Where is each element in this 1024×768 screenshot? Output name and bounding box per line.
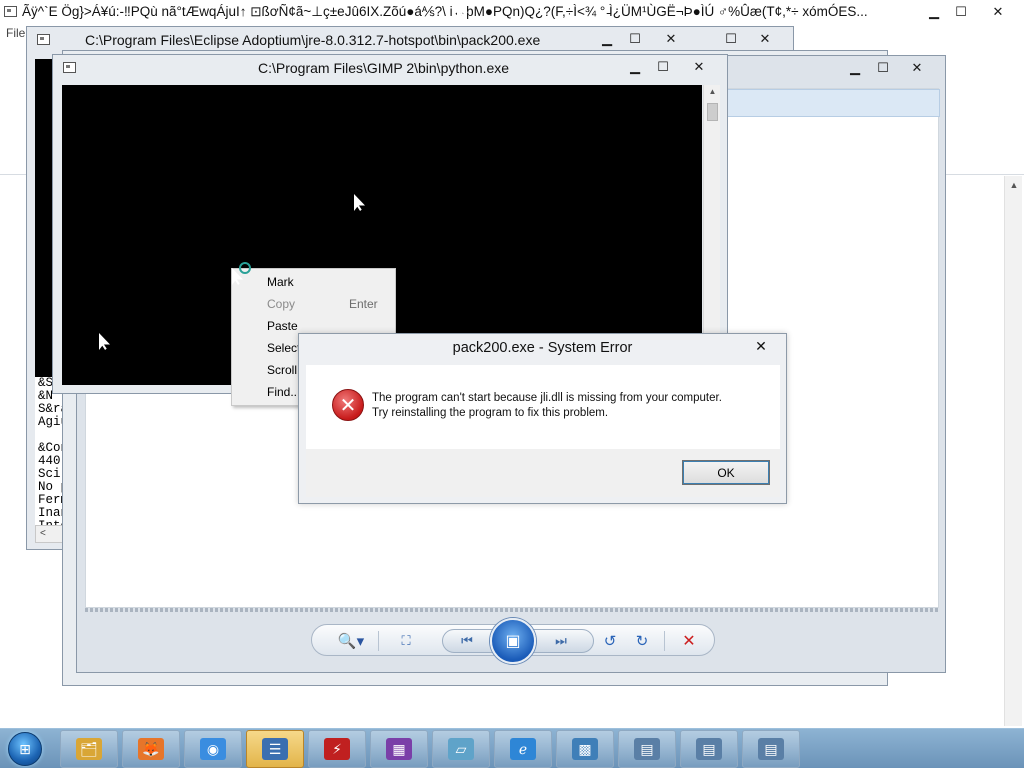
window-1-icon: ▤ (634, 738, 660, 760)
close-button[interactable]: ✕ (750, 336, 772, 356)
console-icon[interactable] (37, 34, 50, 45)
menu-item-label: Find... (267, 385, 301, 399)
close-button[interactable]: ✕ (685, 57, 713, 77)
error-message-line-2: Try reinstalling the program to fix this… (372, 407, 609, 419)
taskbar: ⊞ 🗂 🦊 ◉ ☰ ⚡ ▦ ▱ ℯ ▩ ▤ ▤ ▤ (0, 728, 1024, 768)
dialog-title: pack200.exe - System Error (452, 340, 633, 356)
menu-item-label: Scroll (267, 363, 298, 377)
taskbar-firefox-button[interactable]: 🦊 (122, 730, 180, 768)
menu-item-copy[interactable]: Copy Enter (233, 293, 394, 315)
taskbar-notepad-app-button[interactable]: ▱ (432, 730, 490, 768)
flash-app-icon: ⚡ (324, 738, 350, 760)
menu-file[interactable]: File (6, 26, 25, 40)
eclipse-window-title: C:\Program Files\Eclipse Adoptium\jre-8.… (85, 32, 541, 48)
background-titlebar[interactable]: Ãÿ^`E Ög}>Á¥ú:-‼PQù nã°tÆwqÁjuI↑ ⊡ßơÑ¢ã~… (0, 0, 1024, 24)
taskbar-list-app-button[interactable]: ☰ (246, 730, 304, 768)
minimize-button[interactable]: ▁ (621, 57, 649, 77)
window-system-icon[interactable] (4, 6, 17, 17)
python-titlebar[interactable]: C:\Program Files\GIMP 2\bin\python.exe ▁… (53, 55, 727, 81)
dialog-body: ✕ The program can't start because jli.dl… (306, 365, 780, 449)
internet-explorer-icon: ℯ (510, 738, 536, 760)
menu-item-label: Mark (267, 275, 294, 289)
separator (664, 631, 665, 651)
next-icon[interactable]: ⏭ (544, 629, 578, 653)
maximize-button[interactable]: ☐ (649, 57, 677, 77)
close-button[interactable]: ✕ (657, 29, 685, 49)
dialog-footer: OK (306, 449, 780, 497)
taskbar-file-explorer-button[interactable]: 🗂 (60, 730, 118, 768)
taskbar-photo-viewer-button[interactable]: ▩ (556, 730, 614, 768)
list-app-icon: ☰ (262, 738, 288, 760)
vertical-scrollbar[interactable]: ▲ (1004, 176, 1022, 726)
delete-icon[interactable]: ✕ (676, 629, 702, 653)
ok-button[interactable]: OK (682, 460, 770, 485)
highlight-bar (726, 89, 940, 117)
close-button[interactable]: ✕ (903, 58, 931, 78)
windows-logo-icon: ⊞ (8, 732, 42, 766)
console-icon[interactable] (63, 62, 76, 73)
photo-viewer-icon: ▩ (572, 738, 598, 760)
slideshow-icon[interactable]: ▣ (490, 618, 536, 664)
taskbar-window-3-button[interactable]: ▤ (742, 730, 800, 768)
maximize-button[interactable]: ☐ (717, 29, 745, 49)
scroll-up-arrow-icon[interactable]: ▲ (704, 87, 721, 101)
taskbar-window-2-button[interactable]: ▤ (680, 730, 738, 768)
window-3-icon: ▤ (758, 738, 784, 760)
previous-icon[interactable]: ⏮ (450, 629, 484, 653)
rotate-right-icon[interactable]: ↻ (630, 629, 654, 653)
notepad-app-icon: ▱ (448, 738, 474, 760)
menu-item-accelerator: Enter (349, 297, 378, 311)
scroll-thumb[interactable] (707, 103, 718, 121)
minimize-button[interactable]: ▁ (593, 29, 621, 49)
taskbar-chrome-button[interactable]: ◉ (184, 730, 242, 768)
maximize-button[interactable]: ☐ (869, 58, 897, 78)
winrar-icon: ▦ (386, 738, 412, 760)
minimize-button[interactable]: ▁ (920, 2, 948, 22)
start-button[interactable]: ⊞ (2, 730, 48, 768)
background-window-title: Ãÿ^`E Ög}>Á¥ú:-‼PQù nã°tÆwqÁjuI↑ ⊡ßơÑ¢ã~… (22, 4, 868, 19)
taskbar-winrar-button[interactable]: ▦ (370, 730, 428, 768)
python-window-title: C:\Program Files\GIMP 2\bin\python.exe (258, 60, 510, 76)
chrome-icon: ◉ (200, 738, 226, 760)
firefox-icon: 🦊 (138, 738, 164, 760)
rotate-left-icon[interactable]: ↺ (598, 629, 622, 653)
error-message: The program can't start because jli.dll … (372, 391, 722, 421)
close-button[interactable]: ✕ (751, 29, 779, 49)
file-explorer-icon: 🗂 (76, 738, 102, 760)
menu-item-mark[interactable]: Mark (233, 271, 394, 293)
system-error-dialog: pack200.exe - System Error ✕ ✕ The progr… (298, 333, 787, 504)
menu-item-label: Paste (267, 319, 298, 333)
viewer-toolbar: 🔍▾ ⛶ ⏮ ⏭ ▣ ↺ ↻ ✕ (311, 618, 715, 664)
taskbar-window-1-button[interactable]: ▤ (618, 730, 676, 768)
menu-item-label: Copy (267, 297, 296, 311)
minimize-button[interactable]: ▁ (841, 58, 869, 78)
maximize-button[interactable]: ☐ (947, 2, 975, 22)
maximize-button[interactable]: ☐ (621, 29, 649, 49)
error-message-line-1: The program can't start because jli.dll … (372, 392, 722, 404)
taskbar-internet-explorer-button[interactable]: ℯ (494, 730, 552, 768)
close-button[interactable]: ✕ (984, 2, 1012, 22)
error-icon: ✕ (332, 389, 364, 421)
divider (85, 608, 939, 612)
busy-indicator-icon (239, 262, 251, 274)
window-2-icon: ▤ (696, 738, 722, 760)
separator (378, 631, 379, 651)
scroll-up-arrow-icon[interactable]: ▲ (1005, 176, 1023, 194)
taskbar-flash-app-button[interactable]: ⚡ (308, 730, 366, 768)
zoom-icon[interactable]: 🔍▾ (332, 629, 370, 653)
fit-to-window-icon[interactable]: ⛶ (394, 629, 418, 653)
